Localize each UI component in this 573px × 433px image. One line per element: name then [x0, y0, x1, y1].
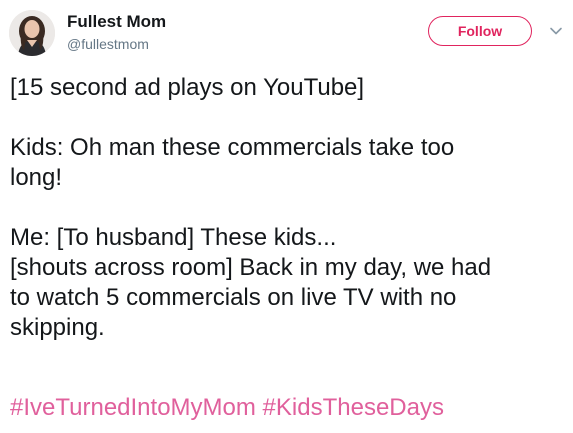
tweet-line: [15 second ad plays on YouTube]: [10, 74, 365, 101]
tweet-line: Me: [To husband] These kids...: [10, 224, 337, 251]
tweet-line: long!: [10, 164, 63, 191]
hashtag-row: #IveTurnedIntoMyMom #KidsTheseDays: [10, 393, 444, 423]
author-handle[interactable]: @fullestmom: [67, 35, 149, 53]
author-display-name[interactable]: Fullest Mom: [67, 12, 166, 32]
tweet-line: skipping.: [10, 314, 105, 341]
follow-button[interactable]: Follow: [428, 16, 532, 46]
chevron-down-icon[interactable]: [549, 24, 563, 38]
hashtag-link[interactable]: #IveTurnedIntoMyMom: [10, 394, 256, 421]
avatar-photo-icon: [9, 10, 55, 56]
tweet-line-break: [10, 103, 566, 133]
tweet-text: [15 second ad plays on YouTube] Kids: Oh…: [10, 73, 566, 343]
hashtag-link[interactable]: #KidsTheseDays: [263, 394, 444, 421]
avatar[interactable]: [9, 10, 55, 56]
tweet-card: Fullest Mom @fullestmom Follow [15 secon…: [0, 0, 573, 433]
tweet-line: Kids: Oh man these commercials take too: [10, 134, 455, 161]
tweet-line: to watch 5 commercials on live TV with n…: [10, 284, 457, 311]
tweet-line: [shouts across room] Back in my day, we …: [10, 254, 492, 281]
tweet-line-break: [10, 193, 566, 223]
